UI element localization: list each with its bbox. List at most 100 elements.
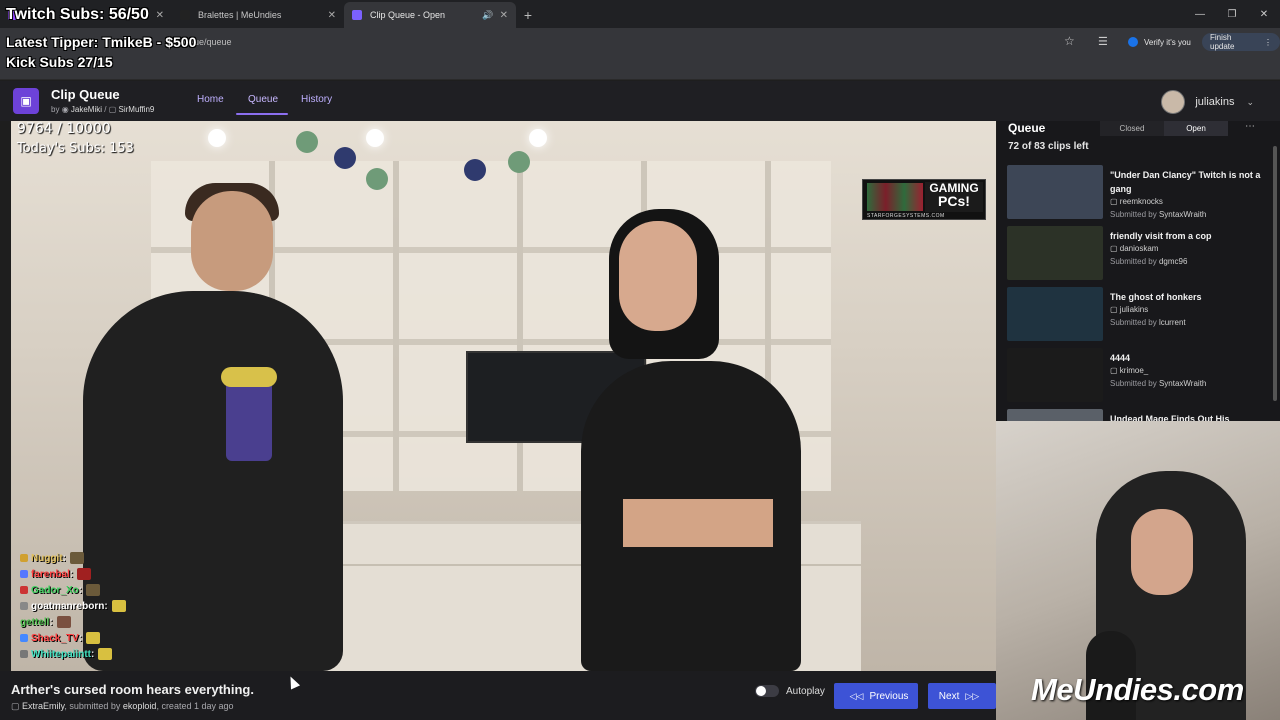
chat-username: Nuggit: [31, 552, 63, 564]
more-options-icon[interactable]: ⋯: [1245, 121, 1255, 132]
verify-profile-button[interactable]: Verify it's you: [1124, 33, 1197, 51]
nav-queue[interactable]: Queue: [248, 94, 278, 105]
autoplay-toggle[interactable]: Autoplay: [755, 685, 825, 697]
chat-icon: ▢: [1110, 197, 1120, 206]
bookmarks-bar: [0, 56, 1280, 80]
maximize-icon[interactable]: ❐: [1216, 0, 1248, 28]
chat-icon: ▢: [1110, 244, 1120, 253]
bookmark-star-icon[interactable]: ☆: [1064, 34, 1075, 48]
chat-username: Whiitepaiintt: [31, 648, 91, 660]
chat-badge-icon: [20, 554, 28, 562]
nav-home[interactable]: Home: [197, 94, 224, 105]
chat-icon: ▢: [1110, 305, 1120, 314]
clip-queue-favicon-icon: [352, 10, 362, 20]
new-tab-button[interactable]: +: [516, 2, 540, 28]
emote-icon: [111, 600, 126, 612]
finish-update-button[interactable]: Finish update ⋮: [1202, 33, 1280, 51]
person-midriff: [623, 499, 773, 547]
chat-overlay: Nuggit: farenbal: Gador_Xo: goatmanrebor…: [20, 550, 126, 662]
chat-username: farenbal: [31, 568, 70, 580]
queue-title: Queue: [1008, 121, 1046, 135]
active-nav-indicator: [236, 113, 288, 115]
previous-label: Previous: [869, 690, 909, 702]
profile-icon: [1128, 37, 1138, 47]
separator-text: /: [104, 105, 107, 114]
author-jakemiki[interactable]: JakeMiki: [71, 105, 102, 114]
clip-thumbnail: [1007, 287, 1103, 341]
ad-url: STARFORGESYSTEMS.COM: [867, 213, 945, 219]
submitter-name: dgmc96: [1158, 257, 1188, 266]
queue-item[interactable]: friendly visit from a cop ▢ danioskam Su…: [1007, 226, 1269, 282]
clip-video-player[interactable]: [11, 121, 996, 671]
chevron-down-icon: ⌄: [1246, 96, 1254, 107]
browser-tab-clip-queue[interactable]: Clip Queue - Open 🔊 ✕: [344, 2, 516, 28]
latest-tipper-overlay: Latest Tipper: TmikeB - $500: [6, 34, 197, 50]
close-tab-icon[interactable]: ✕: [328, 10, 336, 21]
next-button[interactable]: Next ▷▷: [928, 683, 996, 709]
clip-submitter: ekoploid: [122, 701, 157, 711]
speaker-icon[interactable]: 🔊: [482, 10, 493, 21]
submitter-name: lcurrent: [1158, 318, 1186, 327]
author-sirmuffin[interactable]: SirMuffin9: [119, 105, 155, 114]
chandelier-ball: [508, 151, 530, 173]
reading-list-icon[interactable]: ☰: [1098, 35, 1108, 48]
queue-status-toggle[interactable]: Closed Open: [1100, 121, 1228, 136]
queue-item[interactable]: 4444 ▢ krimoe_ Submitted by SyntaxWraith: [1007, 348, 1269, 404]
chat-line: gettell:: [20, 614, 126, 630]
chat-username: goatmanreborn: [31, 600, 105, 612]
nav-history[interactable]: History: [301, 94, 332, 105]
close-tab-icon[interactable]: ✕: [500, 10, 508, 21]
chandelier-ball: [334, 147, 356, 169]
chat-line: Gador_Xo:: [20, 582, 126, 598]
queue-item[interactable]: The ghost of honkers ▢ juliakins Submitt…: [1007, 287, 1269, 343]
queue-closed-option[interactable]: Closed: [1100, 121, 1164, 136]
tab-label: Clip Queue - Open: [370, 10, 446, 20]
queue-item-channel: ▢ krimoe_: [1110, 366, 1148, 375]
queue-scrollbar[interactable]: [1273, 146, 1277, 401]
chat-username: Gador_Xo: [31, 584, 79, 596]
user-menu[interactable]: juliakins ⌄: [1161, 90, 1254, 114]
submitted-by-label: Submitted by: [1110, 210, 1157, 219]
ad-headline-2: PCs!: [938, 193, 970, 209]
close-window-icon[interactable]: ✕: [1248, 0, 1280, 28]
app-title: Clip Queue: [51, 87, 120, 102]
clips-left-count: 72 of 83 clips left: [1008, 141, 1089, 152]
submitted-by-label: Submitted by: [1110, 379, 1157, 388]
channel-name: danioskam: [1119, 244, 1159, 253]
kebab-menu-icon: ⋮: [1264, 37, 1272, 47]
chat-badge-icon: [20, 586, 28, 594]
clip-queue-logo-icon[interactable]: ▣: [13, 88, 39, 114]
pc-cases-image: [867, 183, 923, 211]
window-controls: — ❐ ✕: [1184, 0, 1280, 28]
rewind-icon: ◁◁: [849, 690, 864, 701]
queue-item[interactable]: Undead Mage Finds Out His: [1007, 409, 1269, 421]
browser-tab-bar: ✕ Bralettes | MeUndies ✕ Clip Queue - Op…: [0, 0, 1280, 28]
submitted-by-label: Submitted by: [1110, 257, 1157, 266]
streamer-face: [1131, 509, 1193, 595]
emote-icon: [86, 632, 101, 644]
channel-name: reemknocks: [1119, 197, 1163, 206]
close-tab-icon[interactable]: ✕: [156, 10, 164, 21]
previous-button[interactable]: ◁◁ Previous: [834, 683, 918, 709]
todays-subs: Today's Subs: 153: [17, 141, 134, 156]
queue-item-channel: ▢ danioskam: [1110, 244, 1158, 253]
ad-headline: GAMING PCs!: [925, 182, 983, 212]
chat-badge-icon: [20, 634, 28, 642]
submitted-text: , submitted by: [64, 701, 121, 711]
clip-channel[interactable]: ExtraEmily: [22, 701, 64, 711]
submitted-by-label: Submitted by: [1110, 318, 1157, 327]
queue-item[interactable]: "Under Dan Clancy" Twitch is not a gang …: [1007, 165, 1269, 221]
username: juliakins: [1195, 96, 1235, 108]
queue-item-title: "Under Dan Clancy" Twitch is not a gang: [1110, 170, 1261, 194]
meundies-logo: MeUndies.com: [1031, 672, 1244, 707]
queue-item-channel: ▢ juliakins: [1110, 305, 1148, 314]
minimize-icon[interactable]: —: [1184, 0, 1216, 28]
browser-tab-meundies[interactable]: Bralettes | MeUndies ✕: [172, 2, 344, 28]
tab-label: Bralettes | MeUndies: [198, 10, 282, 20]
queue-panel: Queue Closed Open ⋯ 72 of 83 clips left …: [997, 121, 1280, 421]
twitch-subs-overlay: Twitch Subs: 56/50: [6, 6, 149, 23]
toggle-switch[interactable]: [755, 685, 779, 697]
fast-forward-icon: ▷▷: [965, 690, 980, 701]
chat-icon: ▢: [108, 105, 119, 114]
queue-open-option[interactable]: Open: [1164, 121, 1228, 136]
